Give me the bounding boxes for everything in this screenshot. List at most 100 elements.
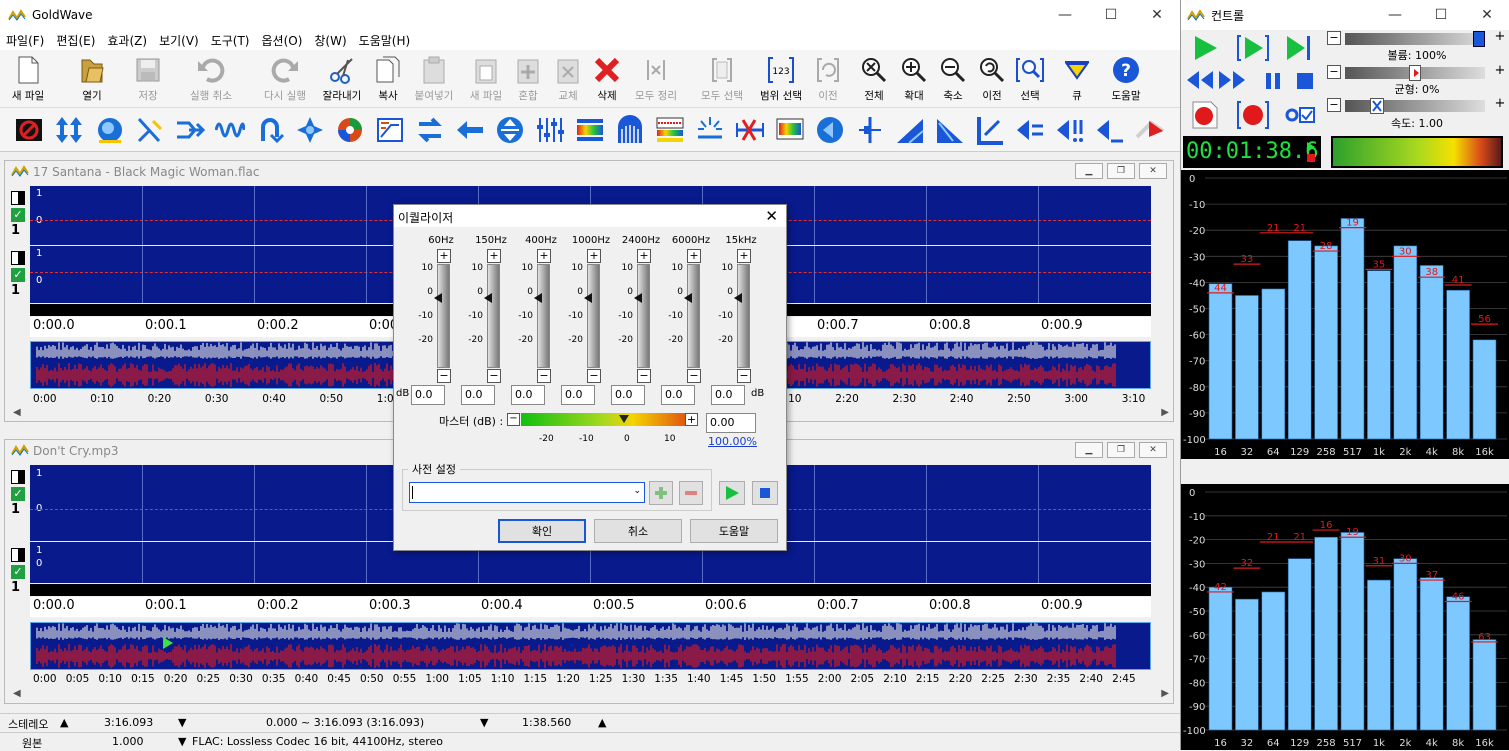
channel-select-icon[interactable] [11, 548, 25, 562]
speed-track[interactable] [1345, 100, 1485, 112]
band-increase-button[interactable]: + [687, 249, 701, 263]
playback-marker[interactable] [163, 637, 174, 649]
channel-mixer-icon[interactable] [175, 115, 205, 145]
band-gain-thumb[interactable] [684, 293, 692, 303]
zoom-selection-button[interactable]: 선택 [1008, 54, 1052, 106]
help-button[interactable]: ? 도움말 [1104, 54, 1148, 106]
channel-enabled-checkbox[interactable]: ✓ [11, 268, 25, 282]
menu-help[interactable]: 도움말(H) [353, 32, 417, 49]
replace-button[interactable]: 교체 [546, 54, 590, 106]
click-pop-filter-icon[interactable] [695, 115, 725, 145]
cut-button[interactable]: 잘라내기 [318, 54, 366, 106]
equalizer-sliders-icon[interactable] [535, 115, 565, 145]
menu-options[interactable]: 옵션(O) [256, 32, 309, 49]
balance-decrease-button[interactable]: − [1327, 65, 1341, 79]
reverb-icon[interactable] [335, 115, 365, 145]
status-dropdown-icon[interactable]: ▼ [178, 735, 186, 748]
band-increase-button[interactable]: + [587, 249, 601, 263]
compressor-icon[interactable] [375, 115, 405, 145]
save-button[interactable]: 저장 [126, 54, 170, 106]
doc-close-button[interactable]: ✕ [1139, 163, 1167, 179]
band-decrease-button[interactable]: − [637, 369, 651, 383]
close-button[interactable]: ✕ [1134, 0, 1180, 30]
band-gain-thumb[interactable] [534, 293, 542, 303]
band-gain-thumb[interactable] [434, 293, 442, 303]
status-arrow-icon[interactable]: ▲ [598, 716, 606, 729]
cue-bar[interactable] [30, 584, 1151, 596]
record-options-button[interactable] [1285, 106, 1315, 124]
menu-tools[interactable]: 도구(T) [205, 32, 256, 49]
redo-button[interactable]: 다시 실행 [260, 54, 310, 106]
master-increase-button[interactable]: + [685, 413, 698, 426]
echo-return-icon[interactable] [255, 115, 285, 145]
control-close-button[interactable]: ✕ [1464, 0, 1509, 30]
band-decrease-button[interactable]: − [587, 369, 601, 383]
doc-minimize-button[interactable]: ▁ [1075, 442, 1103, 458]
fast-forward-button[interactable] [1217, 68, 1247, 92]
reverse-icon[interactable] [455, 115, 485, 145]
master-gain-track[interactable] [521, 413, 685, 426]
volume-decrease-button[interactable]: − [1327, 31, 1341, 45]
band-gain-slider[interactable] [587, 264, 600, 368]
band-gain-input[interactable]: 0.0 [561, 385, 595, 405]
channel-enabled-checkbox[interactable]: ✓ [11, 565, 25, 579]
channel-enabled-checkbox[interactable]: ✓ [11, 487, 25, 501]
master-gain-thumb[interactable] [619, 415, 629, 425]
doc-minimize-button[interactable]: ▁ [1075, 163, 1103, 179]
speed-thumb[interactable] [1370, 98, 1385, 114]
band-gain-slider[interactable] [737, 264, 750, 368]
select-range-button[interactable]: 123 범위 선택 [756, 54, 806, 106]
band-gain-thumb[interactable] [484, 293, 492, 303]
mix-button[interactable]: 혼합 [506, 54, 550, 106]
shape-volume-icon[interactable] [975, 115, 1005, 145]
paste-new-button[interactable]: 새 파일 [464, 54, 508, 106]
delete-button[interactable]: 삭제 [585, 54, 629, 106]
band-increase-button[interactable]: + [537, 249, 551, 263]
band-gain-input[interactable]: 0.0 [661, 385, 695, 405]
band-decrease-button[interactable]: − [687, 369, 701, 383]
time-mode-icon[interactable] [1305, 140, 1317, 164]
speed-slider[interactable]: − + [1327, 97, 1507, 115]
menu-effects[interactable]: 효과(Z) [101, 32, 153, 49]
speed-increase-button[interactable]: + [1493, 97, 1507, 112]
ok-button[interactable]: 확인 [498, 519, 586, 543]
select-all-button[interactable]: 모두 선택 [698, 54, 746, 106]
preview-stop-button[interactable] [752, 481, 778, 505]
trim-button[interactable]: 모두 정리 [630, 54, 682, 106]
band-gain-thumb[interactable] [634, 293, 642, 303]
menu-window[interactable]: 창(W) [308, 32, 352, 49]
fade-in-icon[interactable] [815, 115, 845, 145]
noise-reduction-icon[interactable] [655, 115, 685, 145]
spread-effect-icon[interactable] [295, 115, 325, 145]
balance-increase-button[interactable]: + [1493, 64, 1507, 79]
channel-select-icon[interactable] [11, 470, 25, 484]
master-gain-input[interactable]: 0.00 [706, 413, 756, 433]
resonant-filter-icon[interactable] [615, 115, 645, 145]
previous-selection-button[interactable]: 이전 [806, 54, 850, 106]
band-decrease-button[interactable]: − [737, 369, 751, 383]
band-increase-button[interactable]: + [487, 249, 501, 263]
band-decrease-button[interactable]: − [537, 369, 551, 383]
volume-thumb[interactable] [1473, 31, 1485, 47]
copy-button[interactable]: 복사 [366, 54, 410, 106]
master-decrease-button[interactable]: − [507, 413, 520, 426]
band-gain-slider[interactable] [637, 264, 650, 368]
status-arrow-icon[interactable]: ▲ [60, 716, 68, 729]
preset-dropdown[interactable]: ⌄ [409, 482, 645, 503]
overview-waveform[interactable] [30, 622, 1151, 670]
menu-file[interactable]: 파일(F) [0, 32, 50, 49]
band-gain-thumb[interactable] [584, 293, 592, 303]
stop-effect-icon[interactable] [14, 115, 44, 145]
add-preset-button[interactable] [649, 481, 673, 505]
record-button[interactable] [1191, 100, 1219, 130]
volume-increase-button[interactable]: + [1493, 30, 1507, 45]
horizontal-scrollbar[interactable]: ◀ ▶ [13, 688, 1173, 702]
waveform-effect-icon[interactable] [215, 115, 245, 145]
speed-decrease-button[interactable]: − [1327, 98, 1341, 112]
band-gain-slider[interactable] [687, 264, 700, 368]
spectrum-filter-icon[interactable] [575, 115, 605, 145]
help-dialog-button[interactable]: 도움말 [690, 519, 778, 543]
zoom-out-button[interactable]: 축소 [931, 54, 975, 106]
band-gain-input[interactable]: 0.0 [461, 385, 495, 405]
remove-preset-button[interactable] [679, 481, 703, 505]
